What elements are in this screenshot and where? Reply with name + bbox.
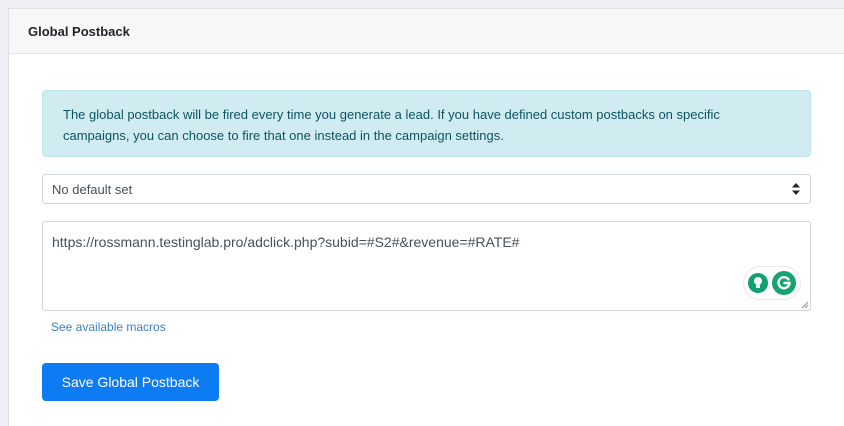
postback-url-text: https://rossmann.testinglab.pro/adclick.… — [52, 234, 520, 250]
grammarly-g-icon[interactable] — [772, 271, 796, 295]
global-postback-card: Global Postback The global postback will… — [8, 8, 844, 426]
postback-url-textarea[interactable]: https://rossmann.testinglab.pro/adclick.… — [42, 221, 811, 311]
grammarly-bulb-icon[interactable] — [748, 273, 768, 293]
card-header: Global Postback — [9, 9, 844, 54]
see-available-macros-link[interactable]: See available macros — [51, 320, 166, 334]
card-title: Global Postback — [28, 23, 130, 39]
info-alert: The global postback will be fired every … — [42, 90, 811, 157]
info-alert-line-1: The global postback will be fired every … — [63, 107, 720, 122]
info-alert-line-2: campaigns, you can choose to fire that o… — [63, 128, 504, 143]
default-postback-select[interactable]: No default set — [42, 174, 811, 204]
select-arrows-icon — [792, 183, 800, 195]
save-global-postback-button[interactable]: Save Global Postback — [42, 363, 219, 401]
resize-handle-icon[interactable] — [801, 301, 809, 309]
default-postback-select-value: No default set — [52, 181, 133, 197]
grammarly-widget[interactable] — [744, 267, 800, 299]
